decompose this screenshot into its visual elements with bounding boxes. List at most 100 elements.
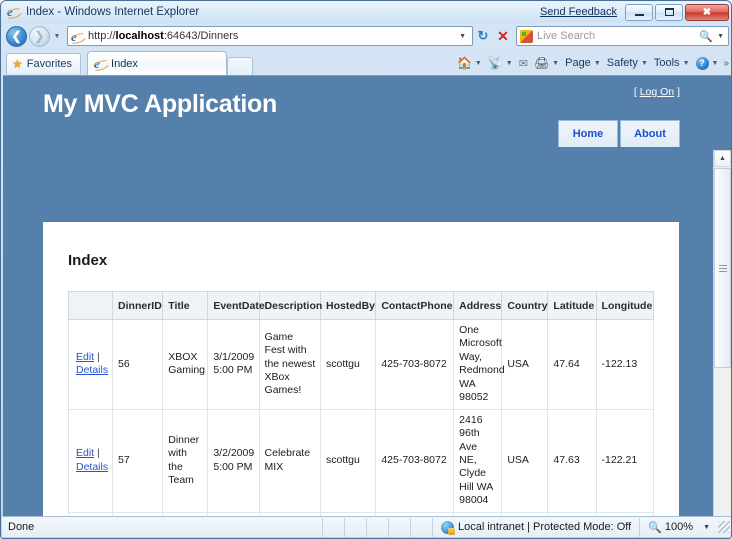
column-header-country: Country xyxy=(501,291,549,320)
table-row: Edit | Details 56 XBOX Gaming 3/1/2009 5… xyxy=(67,319,655,410)
chevron-down-icon: ▼ xyxy=(53,32,61,40)
cell-contactphone: 425-703-8072 xyxy=(375,408,455,513)
print-button[interactable]: 🖨 ▼ xyxy=(531,54,562,72)
command-bar-overflow-button[interactable]: » xyxy=(723,58,729,69)
security-zone-indicator[interactable]: Local intranet | Protected Mode: Off xyxy=(431,517,639,537)
web-page: My MVC Application [ Log On ] Home About… xyxy=(3,76,713,517)
feeds-button[interactable]: 📡 ▼ xyxy=(485,54,516,72)
address-bar[interactable]: e http://localhost:64643/Dinners ▼ xyxy=(67,26,473,46)
edit-link[interactable]: Edit xyxy=(76,351,94,363)
log-on-link[interactable]: Log On xyxy=(640,86,674,98)
cell-country: USA xyxy=(501,319,549,410)
cell-address: 2416 96th Ave NE, Clyde Hill WA 98004 xyxy=(453,408,503,513)
column-header-dinnerid: DinnerID xyxy=(112,291,164,320)
main-content-panel: Index DinnerID Title EventDate Descripti… xyxy=(43,222,679,517)
details-link[interactable]: Details xyxy=(76,461,108,473)
resize-grip-icon[interactable] xyxy=(718,521,730,533)
page-favicon-icon: e xyxy=(71,28,77,44)
back-button[interactable]: ❮ xyxy=(6,25,27,47)
tools-menu-button[interactable]: Tools ▼ xyxy=(651,54,693,72)
page-menu-button[interactable]: Page ▼ xyxy=(562,54,604,72)
status-segment xyxy=(365,517,388,537)
chevron-down-icon[interactable]: ▼ xyxy=(703,524,710,531)
cell-dinnerid: 56 xyxy=(112,319,164,410)
chevron-down-icon[interactable]: ▼ xyxy=(594,60,601,67)
column-header-hostedby: HostedBy xyxy=(319,291,377,320)
table-row: Edit | Details 57 Dinner with the Team 3… xyxy=(67,408,655,513)
details-link[interactable]: Details xyxy=(76,364,108,376)
minimize-button[interactable] xyxy=(625,3,653,21)
tools-menu-label: Tools xyxy=(653,57,680,69)
zoom-control[interactable]: 🔍 100% ▼ xyxy=(639,517,716,537)
cell-eventdate: 3/1/2009 5:00 PM xyxy=(207,319,260,410)
chevron-down-icon[interactable]: ▼ xyxy=(506,60,513,67)
nav-item-about[interactable]: About xyxy=(620,120,680,147)
close-button[interactable]: ✖ xyxy=(685,3,729,21)
site-header: My MVC Application [ Log On ] Home About xyxy=(3,76,713,164)
cell-dinnerid: 57 xyxy=(112,408,164,513)
title-bar: e Index - Windows Internet Explorer Send… xyxy=(1,1,731,23)
send-feedback-link[interactable]: Send Feedback xyxy=(540,6,617,18)
search-input[interactable]: Live Search 🔍 ▼ xyxy=(516,26,729,46)
address-dropdown-icon[interactable]: ▼ xyxy=(459,33,466,40)
nav-item-home[interactable]: Home xyxy=(558,120,618,147)
read-mail-button[interactable]: ✉ xyxy=(516,54,531,72)
cell-hostedby: scottgu xyxy=(319,408,377,513)
recent-pages-button[interactable]: ▼ xyxy=(51,33,63,40)
chevron-down-icon[interactable]: ▼ xyxy=(475,60,482,67)
stop-button[interactable]: ✕ xyxy=(493,26,513,46)
chevron-down-icon[interactable]: ▼ xyxy=(683,60,690,67)
maximize-button[interactable] xyxy=(655,3,683,21)
cell-longitude: -122.13 xyxy=(595,319,655,410)
zoom-level: 100% xyxy=(664,521,694,533)
cell-country: USA xyxy=(501,408,549,513)
status-text: Done xyxy=(8,521,35,533)
search-provider-dropdown-icon[interactable]: ▼ xyxy=(717,33,724,40)
safety-menu-label: Safety xyxy=(606,57,638,69)
title-bar-right: Send Feedback ✖ xyxy=(540,3,731,21)
column-header-actions xyxy=(67,291,114,320)
status-segment xyxy=(409,517,432,537)
arrow-right-icon: ❯ xyxy=(34,29,45,43)
action-separator: | xyxy=(97,350,100,363)
search-icon[interactable]: 🔍 xyxy=(699,30,713,43)
action-separator: | xyxy=(97,447,100,460)
edit-link[interactable]: Edit xyxy=(76,447,94,459)
home-button[interactable]: 🏠 ▼ xyxy=(454,54,485,72)
cell-hostedby: scottgu xyxy=(319,319,377,410)
scrollbar-thumb[interactable] xyxy=(714,168,731,368)
refresh-button[interactable]: ↻ xyxy=(473,26,493,46)
chevron-down-icon[interactable]: ▼ xyxy=(712,60,719,67)
grip-icon xyxy=(719,265,727,272)
home-icon: 🏠 xyxy=(456,56,472,70)
safety-menu-button[interactable]: Safety ▼ xyxy=(604,54,651,72)
login-display: [ Log On ] xyxy=(633,86,680,98)
favorites-label: Favorites xyxy=(26,58,73,70)
search-placeholder: Live Search xyxy=(537,30,596,42)
status-bar: Done Local intranet | Protected Mode: Of… xyxy=(2,516,731,537)
help-menu-button[interactable]: ? ▼ xyxy=(693,54,722,72)
chevron-down-icon[interactable]: ▼ xyxy=(641,60,648,67)
refresh-icon: ↻ xyxy=(477,28,489,43)
arrow-left-icon: ❮ xyxy=(11,29,22,43)
browser-window: e Index - Windows Internet Explorer Send… xyxy=(0,0,732,539)
column-header-description: Description xyxy=(258,291,322,320)
tab-bar: ★ Favorites e Index 🏠 ▼ 📡 ▼ ✉ 🖨 ▼ Page ▼… xyxy=(1,49,731,75)
forward-button[interactable]: ❯ xyxy=(29,25,50,47)
security-zone-text: Local intranet | Protected Mode: Off xyxy=(457,521,632,533)
tab-index[interactable]: e Index xyxy=(87,51,228,75)
page-viewport: My MVC Application [ Log On ] Home About… xyxy=(3,75,731,517)
dinners-table: DinnerID Title EventDate Description Hos… xyxy=(67,291,655,517)
column-header-eventdate: EventDate xyxy=(207,291,265,320)
chevron-down-icon[interactable]: ▼ xyxy=(552,60,559,67)
cell-contactphone: 425-703-8072 xyxy=(375,319,455,410)
cell-description: Celebrate MIX xyxy=(258,408,322,513)
column-header-address: Address xyxy=(453,291,503,320)
cell-latitude: 47.63 xyxy=(547,408,597,513)
vertical-scrollbar[interactable]: ▲ ▼ xyxy=(713,150,731,517)
favorites-button[interactable]: ★ Favorites xyxy=(6,53,82,74)
status-segment xyxy=(343,517,366,537)
new-tab-button[interactable] xyxy=(227,57,254,75)
status-progress-segments xyxy=(321,517,432,537)
scroll-up-button[interactable]: ▲ xyxy=(714,150,731,167)
